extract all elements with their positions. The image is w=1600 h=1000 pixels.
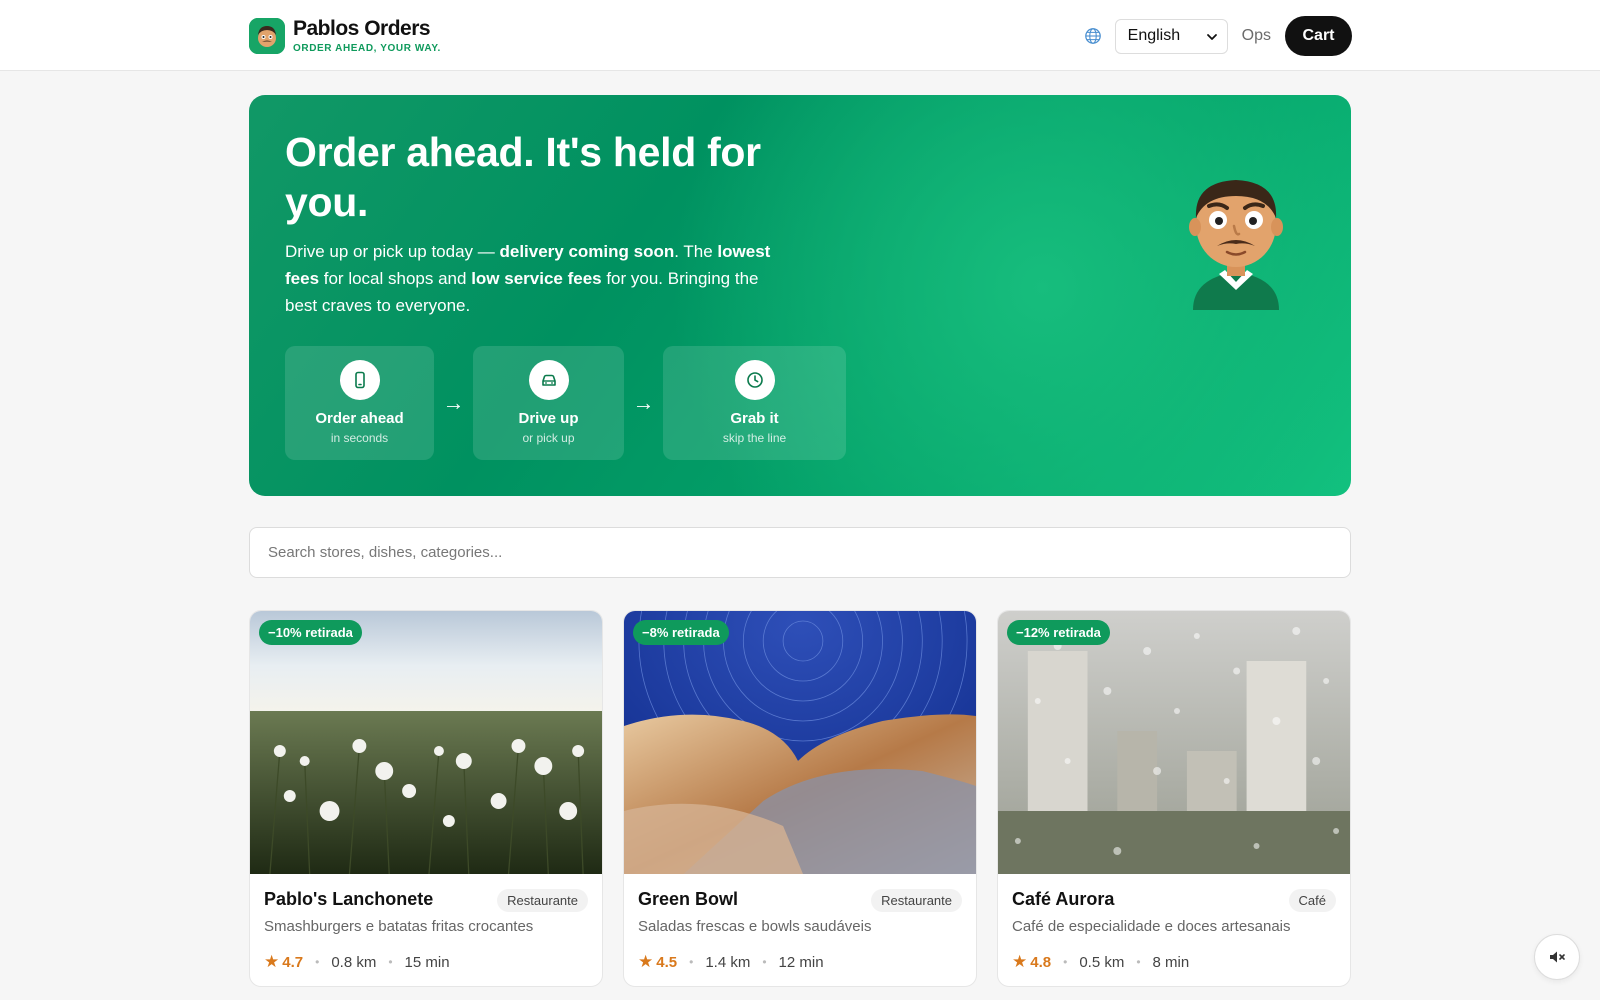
separator-dot: • xyxy=(315,955,320,969)
step-order-ahead: Order ahead in seconds xyxy=(285,346,434,460)
header-nav: English Ops Cart xyxy=(1084,16,1352,56)
hero-banner: Order ahead. It's held for you. Drive up… xyxy=(249,95,1351,496)
store-description: Saladas frescas e bowls saudáveis xyxy=(638,918,872,935)
star-icon: ★ xyxy=(638,952,654,971)
how-it-works-steps: Order ahead in seconds → Drive up or pic… xyxy=(285,346,846,460)
mascot-illustration xyxy=(1189,180,1283,310)
search-input[interactable] xyxy=(249,527,1351,578)
store-time: 15 min xyxy=(404,953,450,971)
hero-description: Drive up or pick up today — delivery com… xyxy=(285,242,771,315)
store-time: 8 min xyxy=(1152,953,1190,971)
step-sub: in seconds xyxy=(330,431,389,445)
brand-title: Pablos Orders xyxy=(293,17,431,40)
mascot-face-icon xyxy=(249,17,285,54)
store-name: Pablo's Lanchonete xyxy=(264,889,434,909)
store-time: 12 min xyxy=(778,953,824,971)
top-header: Pablos Orders ORDER AHEAD, YOUR WAY. Eng… xyxy=(0,0,1600,71)
language-select[interactable]: English xyxy=(1114,18,1228,54)
phone-icon xyxy=(339,360,380,400)
star-icon: ★ xyxy=(264,952,280,971)
clock-icon xyxy=(734,360,775,400)
store-distance: 0.8 km xyxy=(331,953,377,971)
arrow-right-icon: → xyxy=(632,390,655,415)
ops-link[interactable]: Ops xyxy=(1242,27,1271,45)
store-distance: 1.4 km xyxy=(705,953,751,971)
store-rating: 4.5 xyxy=(656,953,678,971)
store-card[interactable]: −10% retirada Pablo's Lanchonete Restaur… xyxy=(249,610,603,987)
store-meta: ★ 4.8 • 0.5 km • 8 min xyxy=(1012,952,1189,972)
store-image: −12% retirada xyxy=(998,611,1350,874)
store-meta: ★ 4.7 • 0.8 km • 15 min xyxy=(264,952,450,972)
step-sub: or pick up xyxy=(522,431,575,445)
step-label: Order ahead xyxy=(315,410,404,427)
store-category: Restaurante xyxy=(871,889,962,912)
separator-dot: • xyxy=(1063,955,1068,969)
discount-badge: −8% retirada xyxy=(633,620,729,645)
separator-dot: • xyxy=(388,955,393,969)
store-rating: 4.8 xyxy=(1030,953,1052,971)
store-description: Café de especialidade e doces artesanais xyxy=(1012,918,1291,935)
separator-dot: • xyxy=(1136,955,1141,969)
step-grab-it: Grab it skip the line xyxy=(663,346,846,460)
separator-dot: • xyxy=(762,955,767,969)
store-meta: ★ 4.5 • 1.4 km • 12 min xyxy=(638,952,824,972)
store-description: Smashburgers e batatas fritas crocantes xyxy=(264,918,534,935)
step-label: Drive up xyxy=(518,410,579,427)
star-icon: ★ xyxy=(1012,952,1028,971)
globe-icon xyxy=(1084,28,1101,44)
store-category: Café xyxy=(1288,889,1336,912)
store-card[interactable]: −8% retirada Green Bowl Restaurante Sala… xyxy=(623,610,977,987)
store-distance: 0.5 km xyxy=(1079,953,1125,971)
store-name: Green Bowl xyxy=(638,889,739,909)
store-category: Restaurante xyxy=(497,889,588,912)
speaker-muted-icon xyxy=(1550,951,1565,963)
step-sub: skip the line xyxy=(722,431,787,445)
car-icon xyxy=(528,360,569,400)
store-rating: 4.7 xyxy=(282,953,304,971)
hero-title: Order ahead. It's held for you. xyxy=(285,129,761,225)
store-image: −8% retirada xyxy=(624,611,976,874)
cart-button[interactable]: Cart xyxy=(1285,16,1352,56)
discount-badge: −10% retirada xyxy=(259,620,362,645)
store-image: −10% retirada xyxy=(250,611,602,874)
arrow-right-icon: → xyxy=(442,390,465,415)
store-card[interactable]: −12% retirada Café Aurora Café Café de e… xyxy=(997,610,1351,987)
brand-tagline: ORDER AHEAD, YOUR WAY. xyxy=(293,43,441,54)
brand[interactable]: Pablos Orders ORDER AHEAD, YOUR WAY. xyxy=(249,17,441,54)
language-selected: English xyxy=(1127,27,1181,44)
discount-badge: −12% retirada xyxy=(1007,620,1110,645)
step-label: Grab it xyxy=(730,410,779,427)
mute-button[interactable] xyxy=(1534,934,1580,980)
store-name: Café Aurora xyxy=(1012,889,1115,909)
chevron-down-icon xyxy=(1206,33,1217,40)
separator-dot: • xyxy=(689,955,694,969)
step-drive-up: Drive up or pick up xyxy=(473,346,624,460)
